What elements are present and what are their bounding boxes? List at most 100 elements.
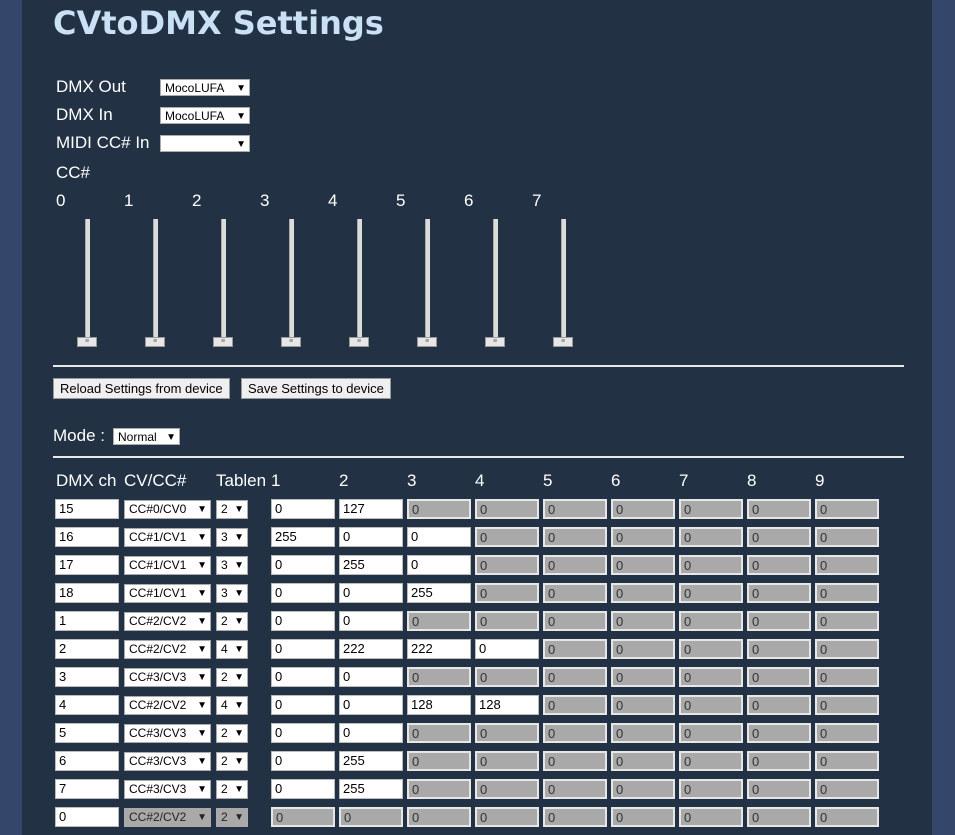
table-value-input: 0 bbox=[815, 723, 879, 743]
cc-slider-handle[interactable]: ≡ bbox=[281, 337, 301, 347]
table-value-input[interactable]: 0 bbox=[271, 695, 335, 715]
dmx-channel-input[interactable]: 18 bbox=[55, 583, 119, 603]
table-value-input[interactable]: 0 bbox=[339, 667, 403, 687]
table-value-input[interactable]: 128 bbox=[407, 695, 471, 715]
table-value-input[interactable]: 0 bbox=[339, 527, 403, 547]
tablen-select[interactable]: 2 ▼ bbox=[216, 780, 248, 799]
tablen-select[interactable]: 2 ▼ bbox=[216, 500, 248, 519]
table-value-input[interactable]: 0 bbox=[271, 779, 335, 799]
table-value-input[interactable]: 255 bbox=[339, 751, 403, 771]
dmx-in-select[interactable]: MocoLUFA ▼ bbox=[160, 107, 250, 124]
cv-cc-select[interactable]: CC#1/CV1 ▼ bbox=[124, 584, 211, 603]
tablen-select[interactable]: 2 ▼ bbox=[216, 724, 248, 743]
cc-slider-2[interactable] bbox=[221, 219, 226, 344]
cv-cc-select[interactable]: CC#1/CV1 ▼ bbox=[124, 556, 211, 575]
table-value-input[interactable]: 255 bbox=[271, 527, 335, 547]
cv-cc-select[interactable]: CC#2/CV2 ▼ bbox=[124, 640, 211, 659]
chevron-down-icon: ▼ bbox=[166, 432, 176, 443]
cv-cc-select[interactable]: CC#3/CV3 ▼ bbox=[124, 668, 211, 687]
cv-cc-select[interactable]: CC#2/CV2 ▼ bbox=[124, 808, 211, 827]
cc-slider-0[interactable] bbox=[85, 219, 90, 344]
cc-slider-handle[interactable]: ≡ bbox=[213, 337, 233, 347]
table-value-input[interactable]: 0 bbox=[339, 695, 403, 715]
table-value-input[interactable]: 0 bbox=[339, 583, 403, 603]
tablen-select[interactable]: 3 ▼ bbox=[216, 584, 248, 603]
dmx-channel-input[interactable]: 15 bbox=[55, 499, 119, 519]
cc-slider-handle[interactable]: ≡ bbox=[553, 337, 573, 347]
cv-cc-select[interactable]: CC#3/CV3 ▼ bbox=[124, 752, 211, 771]
cv-cc-value: CC#3/CV3 bbox=[129, 670, 187, 684]
chevron-down-icon: ▼ bbox=[236, 139, 246, 150]
cc-slider-3[interactable] bbox=[289, 219, 294, 344]
table-value-input[interactable]: 0 bbox=[271, 639, 335, 659]
cc-slider-1[interactable] bbox=[153, 219, 158, 344]
table-value-input: 0 bbox=[611, 667, 675, 687]
table-value-input[interactable]: 0 bbox=[271, 555, 335, 575]
dmx-channel-input[interactable]: 16 bbox=[55, 527, 119, 547]
table-value-input[interactable]: 222 bbox=[339, 639, 403, 659]
tablen-select[interactable]: 3 ▼ bbox=[216, 556, 248, 575]
table-value-input: 0 bbox=[747, 611, 811, 631]
table-value-input[interactable]: 0 bbox=[271, 723, 335, 743]
cv-cc-select[interactable]: CC#2/CV2 ▼ bbox=[124, 612, 211, 631]
column-header: 1 bbox=[271, 471, 281, 490]
cc-slider-handle[interactable]: ≡ bbox=[77, 337, 97, 347]
dmx-channel-input[interactable]: 7 bbox=[55, 779, 119, 799]
midi-cc-in-select[interactable]: ▼ bbox=[160, 135, 250, 152]
table-value-input[interactable]: 0 bbox=[271, 667, 335, 687]
cc-slider-6[interactable] bbox=[493, 219, 498, 344]
chevron-down-icon: ▼ bbox=[236, 111, 246, 122]
cc-slider-handle[interactable]: ≡ bbox=[485, 337, 505, 347]
tablen-select[interactable]: 2 ▼ bbox=[216, 612, 248, 631]
cc-slider-7[interactable] bbox=[561, 219, 566, 344]
save-settings-button[interactable]: Save Settings to device bbox=[241, 378, 391, 399]
tablen-select[interactable]: 4 ▼ bbox=[216, 640, 248, 659]
cv-cc-select[interactable]: CC#3/CV3 ▼ bbox=[124, 780, 211, 799]
tablen-select[interactable]: 3 ▼ bbox=[216, 528, 248, 547]
table-value-input[interactable]: 0 bbox=[271, 751, 335, 771]
dmx-out-select[interactable]: MocoLUFA ▼ bbox=[160, 79, 250, 96]
table-value-input[interactable]: 0 bbox=[271, 611, 335, 631]
tablen-select[interactable]: 4 ▼ bbox=[216, 696, 248, 715]
table-value-input[interactable]: 255 bbox=[339, 779, 403, 799]
dmx-channel-input[interactable]: 0 bbox=[55, 807, 119, 827]
cv-cc-value: CC#2/CV2 bbox=[129, 642, 187, 656]
table-value-input[interactable]: 128 bbox=[475, 695, 539, 715]
cv-cc-select[interactable]: CC#1/CV1 ▼ bbox=[124, 528, 211, 547]
cc-slider-5[interactable] bbox=[425, 219, 430, 344]
table-value-input[interactable]: 0 bbox=[407, 555, 471, 575]
table-value-input[interactable]: 0 bbox=[271, 499, 335, 519]
cc-slider-4[interactable] bbox=[357, 219, 362, 344]
dmx-channel-input[interactable]: 2 bbox=[55, 639, 119, 659]
tablen-select[interactable]: 2 ▼ bbox=[216, 752, 248, 771]
table-value-input[interactable]: 0 bbox=[475, 639, 539, 659]
column-header: CV/CC# bbox=[124, 471, 187, 490]
table-value-input[interactable]: 0 bbox=[407, 527, 471, 547]
tablen-select[interactable]: 2 ▼ bbox=[216, 668, 248, 687]
reload-settings-button[interactable]: Reload Settings from device bbox=[53, 378, 230, 399]
table-value-input[interactable]: 0 bbox=[339, 611, 403, 631]
cv-cc-select[interactable]: CC#2/CV2 ▼ bbox=[124, 696, 211, 715]
cc-slider-handle[interactable]: ≡ bbox=[417, 337, 437, 347]
cc-slider-handle[interactable]: ≡ bbox=[349, 337, 369, 347]
table-value-input: 0 bbox=[611, 639, 675, 659]
table-value-input[interactable]: 255 bbox=[407, 583, 471, 603]
table-value-input: 0 bbox=[815, 807, 879, 827]
dmx-channel-input[interactable]: 4 bbox=[55, 695, 119, 715]
dmx-channel-input[interactable]: 6 bbox=[55, 751, 119, 771]
dmx-channel-input[interactable]: 5 bbox=[55, 723, 119, 743]
table-value-input[interactable]: 222 bbox=[407, 639, 471, 659]
dmx-channel-input[interactable]: 17 bbox=[55, 555, 119, 575]
table-value-input[interactable]: 0 bbox=[271, 583, 335, 603]
table-value-input[interactable]: 255 bbox=[339, 555, 403, 575]
table-value-input[interactable]: 127 bbox=[339, 499, 403, 519]
cv-cc-select[interactable]: CC#3/CV3 ▼ bbox=[124, 724, 211, 743]
cv-cc-select[interactable]: CC#0/CV0 ▼ bbox=[124, 500, 211, 519]
cc-number-label: 7 bbox=[532, 191, 542, 210]
cc-slider-handle[interactable]: ≡ bbox=[145, 337, 165, 347]
table-value-input[interactable]: 0 bbox=[339, 723, 403, 743]
dmx-channel-input[interactable]: 1 bbox=[55, 611, 119, 631]
dmx-channel-input[interactable]: 3 bbox=[55, 667, 119, 687]
mode-select[interactable]: Normal ▼ bbox=[113, 428, 180, 445]
tablen-select[interactable]: 2 ▼ bbox=[216, 808, 248, 827]
